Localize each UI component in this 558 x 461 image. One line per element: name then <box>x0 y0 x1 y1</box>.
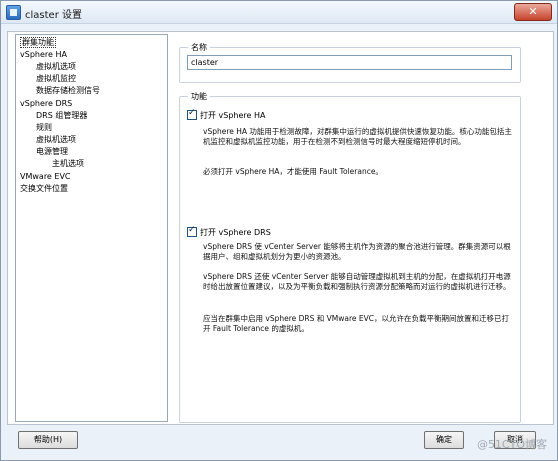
drs-checkbox-label[interactable]: 打开 vSphere DRS <box>200 227 271 238</box>
close-button[interactable]: ✕ <box>514 3 552 21</box>
nav-item-datastore-heartbeat[interactable]: 数据存储检测信号 <box>36 85 100 96</box>
ha-checkbox[interactable] <box>187 108 197 120</box>
watermark: @51CTO博客 <box>476 438 547 451</box>
nav-item-drs-group-manager[interactable]: DRS 组管理器 <box>36 110 87 121</box>
ha-fault-tolerance-note: 必须打开 vSphere HA，才能使用 Fault Tolerance。 <box>203 167 383 176</box>
nav-item-vsphere-drs[interactable]: vSphere DRS <box>20 98 72 109</box>
features-group-title: 功能 <box>188 91 210 102</box>
ha-description: vSphere HA 功能用于检测故障，对群集中运行的虚拟机提供快速恢复功能。核… <box>203 127 512 146</box>
nav-item-vm-monitoring[interactable]: 虚拟机监控 <box>36 73 76 84</box>
nav-item-vmware-evc[interactable]: VMware EVC <box>20 171 71 182</box>
nav-item-host-options[interactable]: 主机选项 <box>52 158 84 169</box>
ok-button[interactable]: 确定 <box>424 431 464 449</box>
ha-checkbox-label[interactable]: 打开 vSphere HA <box>200 110 266 121</box>
drs-checkbox[interactable] <box>187 225 197 237</box>
drs-automation-description: vSphere DRS 还使 vCenter Server 能够自动管理虚拟机到… <box>203 272 511 291</box>
nav-item-swapfile-location[interactable]: 交换文件位置 <box>20 183 68 194</box>
window-title: claster 设置 <box>25 10 82 21</box>
drs-evc-note: 应当在群集中启用 vSphere DRS 和 VMware EVC，以允许在负载… <box>203 314 509 333</box>
nav-item-rules[interactable]: 规则 <box>36 122 52 133</box>
settings-dialog: claster 设置 ✕ 群集功能 vSphere HA 虚拟机选项 虚拟机监控… <box>0 0 558 461</box>
cluster-name-input[interactable] <box>187 55 512 70</box>
name-group-title: 名称 <box>188 42 210 53</box>
settings-tree: 群集功能 vSphere HA 虚拟机选项 虚拟机监控 数据存储检测信号 vSp… <box>15 34 168 422</box>
title-bar[interactable]: claster 设置 ✕ <box>1 1 557 24</box>
nav-item-drs-vm-options[interactable]: 虚拟机选项 <box>36 134 76 145</box>
nav-item-cluster-features[interactable]: 群集功能 <box>20 37 56 48</box>
nav-item-vsphere-ha[interactable]: vSphere HA <box>20 49 67 60</box>
drs-description: vSphere DRS 使 vCenter Server 能够将主机作为资源的聚… <box>203 242 511 261</box>
app-icon <box>6 5 21 20</box>
nav-item-ha-vm-options[interactable]: 虚拟机选项 <box>36 61 76 72</box>
nav-item-power-management[interactable]: 电源管理 <box>36 146 68 157</box>
help-button[interactable]: 帮助(H) <box>18 431 78 449</box>
